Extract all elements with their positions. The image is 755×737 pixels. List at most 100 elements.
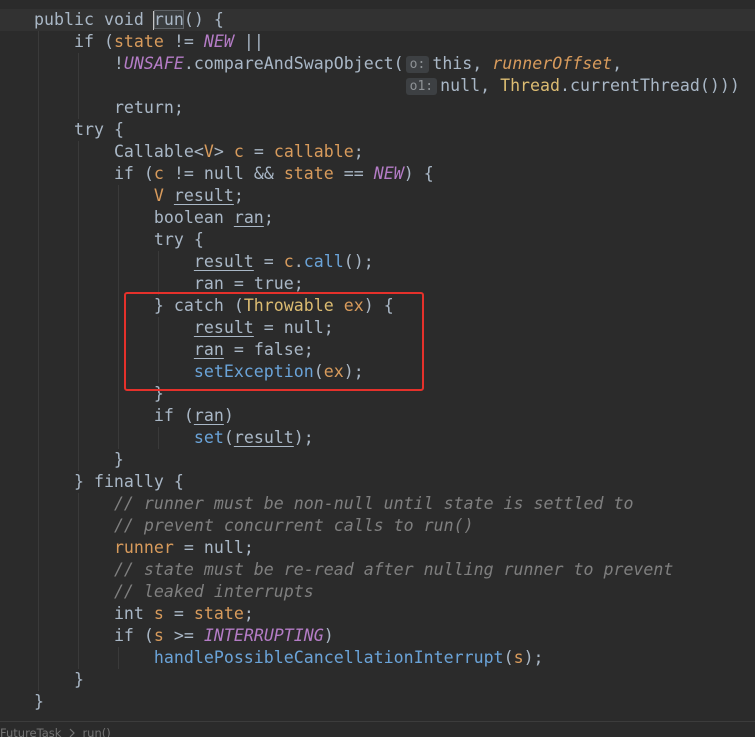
- field-identifier[interactable]: state: [284, 164, 334, 183]
- code-line[interactable]: if (ran): [0, 405, 755, 427]
- field-identifier[interactable]: state: [114, 32, 164, 51]
- code-line[interactable]: try {: [0, 229, 755, 251]
- parameter-name-hint: o1:: [405, 78, 438, 95]
- reassigned-variable[interactable]: result: [174, 186, 234, 205]
- code-text: >=: [163, 626, 204, 645]
- keyword-token: try: [73, 120, 104, 139]
- field-identifier[interactable]: runner: [114, 538, 174, 557]
- breadcrumb-item-method[interactable]: run(): [82, 726, 110, 737]
- code-line[interactable]: if (c != null && state == NEW) {: [0, 163, 755, 185]
- code-text: ;: [293, 274, 304, 293]
- code-line[interactable]: // state must be re-read after nulling r…: [0, 559, 755, 581]
- type-parameter[interactable]: V: [154, 186, 164, 205]
- keyword-token: if: [153, 406, 174, 425]
- code-line[interactable]: int s = state;: [0, 603, 755, 625]
- keyword-token: finally: [93, 472, 164, 491]
- comment: // runner must be non-null until state i…: [113, 494, 634, 513]
- code-text: .: [293, 252, 304, 271]
- code-line[interactable]: }: [0, 669, 755, 691]
- constant-identifier[interactable]: UNSAFE: [124, 54, 184, 73]
- code-text: =: [223, 274, 254, 293]
- code-line[interactable]: boolean ran;: [0, 207, 755, 229]
- reassigned-variable[interactable]: result: [234, 428, 294, 447]
- code-line[interactable]: return;: [0, 97, 755, 119]
- keyword-token: true: [253, 274, 294, 293]
- code-line[interactable]: Callable<V> c = callable;: [0, 141, 755, 163]
- keyword-token: if: [113, 626, 134, 645]
- code-line[interactable]: o1: null, Thread.currentThread())): [0, 75, 755, 97]
- keyword-token: this: [432, 54, 473, 73]
- code-text: }: [34, 450, 124, 469]
- code-text: (: [223, 428, 234, 447]
- reassigned-variable[interactable]: ran: [234, 208, 264, 227]
- local-variable[interactable]: c: [154, 164, 164, 183]
- code-line[interactable]: // runner must be non-null until state i…: [0, 493, 755, 515]
- constant-identifier[interactable]: INTERRUPTING: [204, 626, 324, 645]
- code-text: () {: [183, 10, 224, 29]
- local-variable[interactable]: s: [514, 648, 524, 667]
- code-line[interactable]: if (s >= INTERRUPTING): [0, 625, 755, 647]
- breadcrumb-item-class[interactable]: FutureTask: [0, 726, 61, 737]
- code-text: ;: [173, 98, 184, 117]
- method-name-declaration[interactable]: run: [153, 10, 184, 29]
- code-line[interactable]: set(result);: [0, 427, 755, 449]
- code-line[interactable]: // leaked interrupts: [0, 581, 755, 603]
- code-text: (: [173, 406, 194, 425]
- constant-identifier[interactable]: NEW: [204, 32, 234, 51]
- field-identifier[interactable]: callable: [274, 142, 354, 161]
- code-text: {: [183, 230, 204, 249]
- code-text: ,: [612, 54, 623, 73]
- code-line[interactable]: }: [0, 691, 755, 713]
- code-text: ||: [233, 32, 264, 51]
- code-text: =: [243, 142, 274, 161]
- code-line[interactable]: !UNSAFE.compareAndSwapObject(o: this, run…: [0, 53, 755, 75]
- code-line[interactable]: try {: [0, 119, 755, 141]
- code-text: <: [193, 142, 204, 161]
- static-field-identifier[interactable]: runnerOffset: [492, 54, 612, 73]
- keyword-token: null: [440, 76, 481, 95]
- local-variable[interactable]: c: [234, 142, 244, 161]
- type-parameter[interactable]: V: [204, 142, 214, 161]
- code-line[interactable]: handlePossibleCancellationInterrupt(s);: [0, 647, 755, 669]
- code-line[interactable]: }: [0, 449, 755, 471]
- type-name[interactable]: Callable: [114, 142, 194, 161]
- code-line[interactable]: public void run() {: [0, 9, 755, 31]
- class-name[interactable]: Thread: [500, 76, 560, 95]
- method-call[interactable]: handlePossibleCancellationInterrupt: [154, 648, 504, 667]
- keyword-token: return: [113, 98, 174, 117]
- code-line[interactable]: } finally {: [0, 471, 755, 493]
- local-variable[interactable]: s: [154, 604, 164, 623]
- code-line[interactable]: if (state != NEW ||: [0, 31, 755, 53]
- annotation-highlight-box: [124, 292, 424, 391]
- method-call[interactable]: set: [194, 428, 224, 447]
- keyword-token: public: [34, 10, 94, 29]
- code-line[interactable]: runner = null;: [0, 537, 755, 559]
- keyword-token: null: [203, 164, 244, 183]
- reassigned-variable[interactable]: ran: [194, 406, 224, 425]
- local-variable[interactable]: s: [154, 626, 164, 645]
- field-identifier[interactable]: state: [194, 604, 244, 623]
- code-line[interactable]: V result;: [0, 185, 755, 207]
- code-text: =: [173, 538, 204, 557]
- keyword-token: boolean: [153, 208, 224, 227]
- reassigned-variable[interactable]: result: [194, 252, 254, 271]
- local-variable[interactable]: c: [284, 252, 294, 271]
- code-line[interactable]: // prevent concurrent calls to run(): [0, 515, 755, 537]
- code-text: ): [323, 626, 334, 645]
- reassigned-variable[interactable]: ran: [194, 274, 224, 293]
- constant-identifier[interactable]: NEW: [374, 164, 404, 183]
- code-line[interactable]: result = c.call();: [0, 251, 755, 273]
- method-call[interactable]: call: [304, 252, 344, 271]
